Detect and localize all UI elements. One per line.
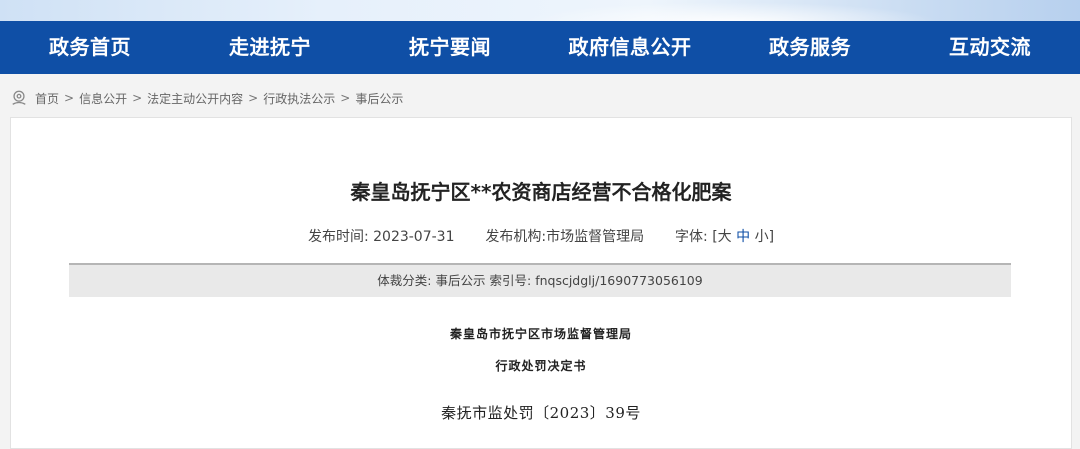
document-type: 行政处罚决定书 [495,359,587,373]
nav-item-interaction[interactable]: 互动交流 [900,21,1080,74]
nav-item-services[interactable]: 政务服务 [720,21,900,74]
breadcrumb-separator: > [340,91,351,105]
document-number: 秦抚市监处罚〔2023〕39号 [441,404,641,422]
font-size-large[interactable]: 大 [718,229,732,245]
article-title: 秦皇岛抚宁区**农资商店经营不合格化肥案 [350,180,732,204]
publisher: 市场监督管理局 [546,229,645,245]
breadcrumb-separator: > [132,91,143,105]
font-bracket-close: ] [768,229,775,245]
index-label: 索引号: [489,273,532,288]
font-size-medium[interactable]: 中 [736,229,750,245]
breadcrumb-enforcement[interactable]: 行政执法公示 [263,90,335,107]
index-value: fnqscjdglj/1690773056109 [535,273,703,288]
publisher-label: 发布机构: [485,229,547,245]
document-agency: 秦皇岛市抚宁区市场监督管理局 [449,327,632,341]
location-icon [12,90,26,105]
font-size-label: 字体: [675,229,708,245]
breadcrumb-statutory[interactable]: 法定主动公开内容 [147,90,243,107]
header-banner [0,0,1080,21]
breadcrumb-info-public[interactable]: 信息公开 [79,90,127,107]
nav-item-home[interactable]: 政务首页 [0,21,180,74]
nav-item-about[interactable]: 走进抚宁 [180,21,360,74]
font-size-small[interactable]: 小 [755,229,769,245]
article-card: 秦皇岛抚宁区**农资商店经营不合格化肥案 发布时间: 2023-07-31 发布… [10,117,1072,449]
nav-item-gov-info[interactable]: 政府信息公开 [540,21,720,74]
breadcrumb-separator: > [64,91,75,105]
breadcrumb-post-disclosure[interactable]: 事后公示 [355,90,403,107]
category-value: 事后公示 [435,273,486,288]
publish-time-label: 发布时间: [307,229,369,245]
breadcrumb-home[interactable]: 首页 [35,90,59,107]
banner-decoration [520,2,940,21]
main-nav: 政务首页 走进抚宁 抚宁要闻 政府信息公开 政务服务 互动交流 [0,21,1080,74]
article-meta: 发布时间: 2023-07-31 发布机构:市场监督管理局 字体: [大 中 小… [11,226,1071,246]
category-label: 体裁分类: [377,273,432,288]
breadcrumb: 首页 > 信息公开 > 法定主动公开内容 > 行政执法公示 > 事后公示 [10,88,403,108]
publish-time: 2023-07-31 [373,229,455,245]
article-info-bar: 体裁分类: 事后公示 索引号: fnqscjdglj/1690773056109 [69,263,1011,297]
nav-item-news[interactable]: 抚宁要闻 [360,21,540,74]
breadcrumb-separator: > [248,91,259,105]
